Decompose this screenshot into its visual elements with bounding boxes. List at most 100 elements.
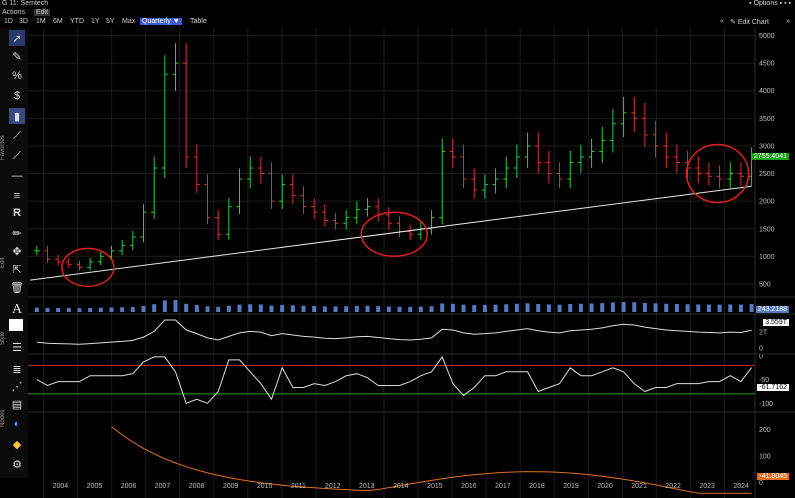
volume-bar	[685, 304, 690, 312]
r-tool-icon[interactable]: R	[9, 205, 25, 221]
volume-bar	[696, 304, 701, 312]
volume-bar	[120, 307, 125, 312]
bottom-axis-label: 0	[759, 480, 763, 487]
price-axis-label: 3000	[759, 143, 775, 150]
volume-bar	[173, 300, 178, 312]
channel-tool-icon[interactable]: ▮	[9, 108, 25, 124]
x-axis-label: 2022	[665, 483, 681, 490]
volume-bar	[258, 304, 263, 312]
trash-icon[interactable]: 🗑	[9, 279, 25, 295]
expand-icon[interactable]: »	[786, 18, 790, 25]
x-axis-label: 2009	[222, 483, 239, 490]
actions-menu[interactable]: Actions	[2, 9, 25, 16]
line-axis-label: 0	[759, 346, 763, 353]
volume-bar	[674, 304, 679, 312]
x-axis-label: 2006	[120, 483, 137, 490]
brush-icon[interactable]: ✏	[9, 225, 25, 241]
percent-tool-icon[interactable]: %	[9, 68, 25, 84]
toolbar: 1D 3D 1M 6M YTD 1Y 5Y Max Quarterly ▼ Ta…	[0, 18, 795, 28]
options-label: Options	[753, 0, 778, 7]
cursor-icon[interactable]: ➚	[9, 30, 25, 46]
volume-bar	[472, 305, 477, 312]
nodes-label: Nodes	[0, 409, 6, 427]
volume-bar	[77, 308, 82, 312]
volume-bar	[493, 304, 498, 312]
price-axis-label: 3500	[759, 116, 775, 123]
move-icon[interactable]: ✥	[9, 243, 25, 259]
volume-bar	[546, 304, 551, 312]
volume-bar	[141, 306, 146, 312]
volume-bar	[130, 307, 135, 312]
volume-bar	[429, 306, 434, 312]
favorites-label: Favorites	[0, 135, 6, 161]
dashed-line-icon[interactable]: ⋰	[9, 378, 25, 394]
color-palette-icon[interactable]: ◆	[9, 436, 25, 452]
x-axis-label: 2004	[52, 483, 69, 490]
volume-bar	[56, 308, 61, 312]
dash-style-icon[interactable]: ▤	[9, 396, 25, 412]
volume-bar	[66, 308, 71, 312]
volume-bar	[301, 305, 306, 312]
volume-bar	[226, 305, 231, 312]
range-3d[interactable]: 3D	[19, 18, 28, 25]
volume-bar	[290, 305, 295, 312]
x-axis-label: 2013	[358, 483, 375, 490]
volume-bar	[408, 306, 413, 312]
options-button[interactable]: ▪ Options ▪ ▪ ▪	[749, 0, 791, 7]
volume-bar	[557, 304, 562, 312]
volume-bar	[216, 306, 221, 312]
volume-bar	[194, 304, 199, 312]
volume-bar	[440, 303, 445, 312]
line-style-icon[interactable]: ≣	[9, 361, 25, 377]
volume-bar	[269, 305, 274, 312]
range-max[interactable]: Max	[122, 18, 135, 25]
volume-bar	[184, 303, 189, 312]
horizontal-line-icon[interactable]: —	[9, 168, 25, 184]
volume-bar	[653, 303, 658, 312]
fill-style-icon[interactable]	[9, 319, 23, 331]
range-ytd[interactable]: YTD	[70, 18, 84, 25]
oscillator-axis-label: 0	[759, 354, 763, 361]
trendline-icon[interactable]: ⟋	[9, 128, 25, 144]
volume-bar	[109, 307, 114, 312]
text-tool-icon[interactable]: A	[9, 302, 25, 318]
volume-bar	[728, 304, 733, 312]
price-axis-label: 1500	[759, 226, 775, 233]
volume-bar	[322, 306, 327, 312]
range-1d[interactable]: 1D	[4, 18, 13, 25]
price-axis-label: 2000	[759, 199, 775, 206]
price-axis-label: 2500	[759, 171, 775, 178]
x-axis-label: 2011	[290, 483, 306, 490]
range-6m[interactable]: 6M	[53, 18, 63, 25]
volume-bar	[376, 306, 381, 312]
volume-bar	[600, 303, 605, 312]
pen-icon[interactable]: ✎	[9, 48, 25, 64]
table-button[interactable]: Table	[190, 18, 207, 25]
price-axis-label: 1000	[759, 254, 775, 261]
x-axis-label: 2017	[495, 483, 511, 490]
chart-area[interactable]: 5001000150020002500300035004000450050002…	[28, 28, 795, 498]
volume-bar	[450, 303, 455, 312]
range-1y[interactable]: 1Y	[91, 18, 100, 25]
range-5y[interactable]: 5Y	[106, 18, 115, 25]
volume-bar	[152, 304, 157, 312]
x-axis-label: 2015	[427, 483, 443, 490]
select-icon[interactable]: ⇱	[9, 261, 25, 277]
edit-chart-button[interactable]: ✎ Edit Chart	[730, 18, 769, 26]
line-width-icon[interactable]: ☰	[9, 339, 25, 355]
edit-label: Edit	[0, 257, 6, 269]
line-indicator-tag: 3.559T	[763, 319, 789, 326]
collapse-icon[interactable]: «	[720, 18, 724, 25]
period-dropdown[interactable]: Quarterly ▼	[140, 18, 182, 25]
volume-bar	[589, 303, 594, 312]
edit-menu[interactable]: Edit	[34, 9, 51, 16]
parallel-lines-icon[interactable]: ≡	[9, 188, 25, 204]
volume-bar	[632, 302, 637, 312]
x-axis: 2004 2005 2006 2007 2008 2009 2010 2011 2012 2013…	[28, 482, 755, 496]
dollar-tool-icon[interactable]: $	[9, 88, 25, 104]
range-1m[interactable]: 1M	[36, 18, 46, 25]
settings-gear-icon[interactable]: ⚙	[9, 456, 25, 472]
ray-icon[interactable]: ⟋	[9, 148, 25, 164]
magnet-icon[interactable]: ◐	[9, 416, 25, 432]
x-axis-label: 2016	[461, 483, 477, 490]
